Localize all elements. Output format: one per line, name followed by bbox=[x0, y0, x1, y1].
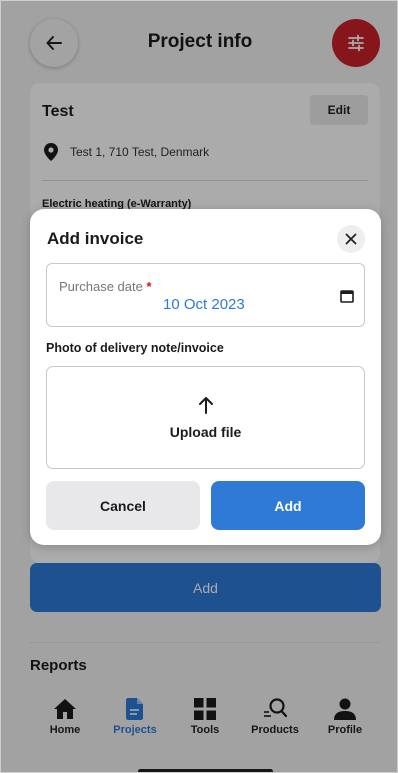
cancel-button[interactable]: Cancel bbox=[46, 481, 200, 530]
close-icon bbox=[345, 233, 357, 245]
arrow-up-icon bbox=[198, 396, 213, 414]
add-invoice-dialog: Add invoice Purchase date * 10 Oct 2023 … bbox=[30, 209, 381, 545]
close-button[interactable] bbox=[337, 225, 365, 253]
purchase-date-value: 10 Oct 2023 bbox=[163, 296, 245, 313]
photo-label: Photo of delivery note/invoice bbox=[46, 341, 224, 355]
app-frame: Project info Test Edit Test 1, 710 Test,… bbox=[0, 0, 398, 773]
purchase-date-label: Purchase date * bbox=[59, 279, 152, 294]
upload-file-area[interactable]: Upload file bbox=[46, 366, 365, 469]
upload-file-label: Upload file bbox=[169, 423, 242, 440]
purchase-date-label-text: Purchase date bbox=[59, 279, 143, 294]
purchase-date-field[interactable]: Purchase date * 10 Oct 2023 bbox=[46, 263, 365, 327]
add-button[interactable]: Add bbox=[211, 481, 365, 530]
calendar-icon[interactable] bbox=[339, 288, 355, 304]
dialog-title: Add invoice bbox=[47, 229, 144, 248]
required-mark: * bbox=[146, 279, 152, 294]
